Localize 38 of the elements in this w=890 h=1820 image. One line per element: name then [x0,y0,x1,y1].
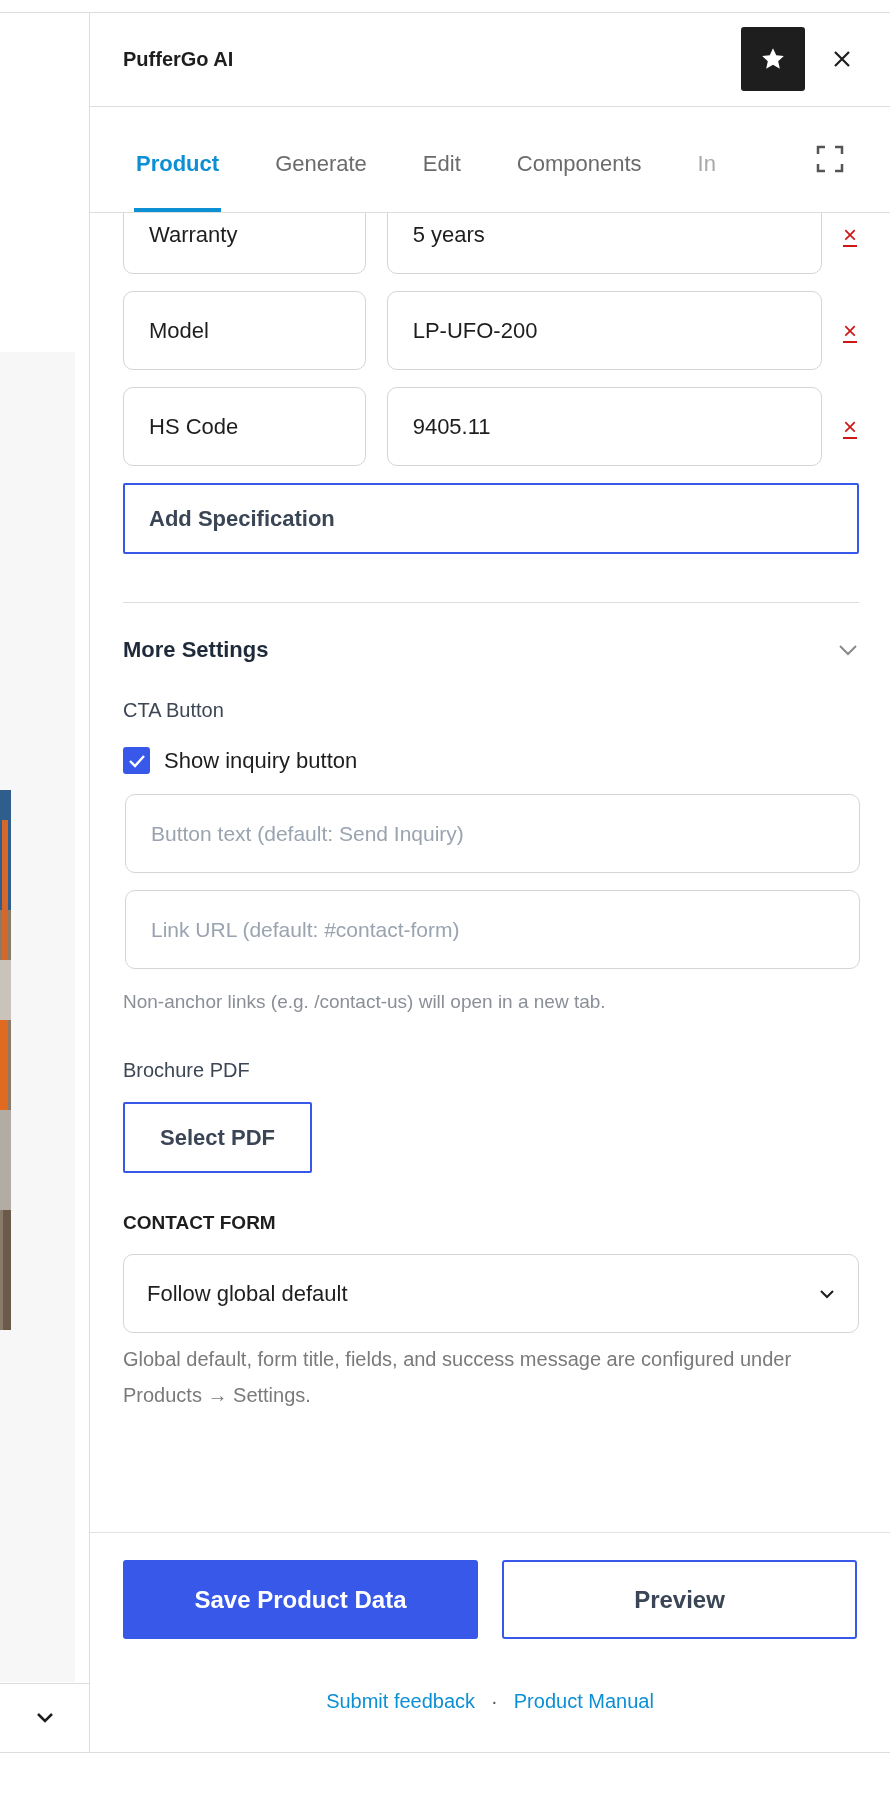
tab[interactable]: Generate [273,137,369,212]
button-text-field[interactable]: Button text (default: Send Inquiry) [125,794,860,873]
contact-form-select[interactable]: Follow global default [123,1254,859,1333]
select-pdf-button[interactable]: Select PDF [123,1101,312,1173]
spec-key-field[interactable]: HS Code [123,387,366,466]
tab[interactable]: Components [514,137,644,212]
star-button[interactable] [741,27,805,91]
spec-key-field[interactable]: Warranty [123,213,366,274]
checkbox[interactable] [123,747,150,774]
star-icon [760,46,786,72]
help-text: Global default, form title, fields, and success message are configured under Products → Settings. [123,1347,793,1408]
field-label: CTA Button [123,698,225,723]
spec-key-field[interactable]: Model [123,291,366,370]
panel-title: PufferGo AI [123,47,235,72]
add-specification-button[interactable]: Add Specification [123,483,859,554]
spec-value-field[interactable]: 9405.11 [386,387,822,466]
feedback-link[interactable]: Submit feedback [326,1686,476,1716]
save-button[interactable]: Save Product Data [123,1560,478,1639]
remove-spec-link[interactable]: × [843,222,857,247]
checkbox-label: Show inquiry button [164,747,358,775]
manual-link[interactable]: Product Manual [513,1686,654,1716]
fullscreen-icon[interactable] [816,145,844,173]
tab[interactable]: Edit [420,137,463,212]
link-url-field[interactable]: Link URL (default: #contact-form) [125,890,860,969]
section-title: More Settings [123,636,270,664]
chevron-down-icon [819,1288,835,1299]
separator-dot: · [491,1689,498,1714]
chevron-down-icon[interactable] [35,1712,55,1724]
remove-spec-link[interactable]: × [843,318,857,343]
spec-value-field[interactable]: 5 years [386,213,822,274]
field-label: CONTACT FORM [123,1210,277,1235]
close-icon [832,49,852,69]
checkmark-icon [127,753,146,768]
help-text: Non-anchor links (e.g. /contact-us) will open in a new tab. [123,990,607,1014]
preview-button[interactable]: Preview [502,1560,857,1639]
field-label: Brochure PDF [123,1057,251,1083]
remove-spec-link[interactable]: × [843,414,857,439]
spec-value-field[interactable]: LP-UFO-200 [386,291,822,370]
